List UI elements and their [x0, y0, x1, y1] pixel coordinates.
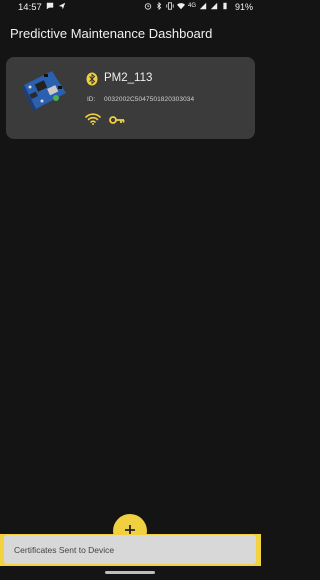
device-name: PM2_113	[104, 72, 153, 84]
chat-icon	[46, 2, 54, 10]
snackbar-container: Certificates Sent to Device	[4, 535, 256, 564]
wifi-icon	[176, 3, 185, 10]
status-bar: 14:57 4G 91%	[0, 0, 261, 14]
alarm-icon	[144, 3, 152, 10]
snackbar: Certificates Sent to Device	[0, 534, 261, 566]
network-type-label: 4G	[187, 3, 196, 9]
device-board-image	[22, 71, 66, 112]
bluetooth-icon	[86, 72, 98, 86]
vibrate-icon	[166, 2, 174, 10]
bluetooth-icon	[157, 2, 162, 10]
device-card[interactable]: PM2_113 ID: 0032002C5047501820303034	[6, 57, 255, 139]
status-right-icons: 4G	[144, 2, 229, 10]
signal-icon	[199, 2, 207, 10]
battery-percentage: 91%	[234, 2, 253, 12]
status-left-icons	[46, 2, 66, 10]
status-time: 14:57	[18, 2, 42, 13]
snackbar-message: Certificates Sent to Device	[14, 545, 115, 555]
key-icon	[109, 116, 125, 124]
home-indicator[interactable]	[105, 571, 155, 574]
page-title: Predictive Maintenance Dashboard	[10, 26, 213, 41]
wifi-icon	[85, 113, 101, 125]
location-arrow-icon	[58, 2, 66, 10]
signal-icon	[210, 2, 218, 10]
device-id-value: 0032002C5047501820303034	[104, 96, 195, 103]
device-id-label: ID:	[87, 96, 96, 103]
battery-icon	[223, 2, 227, 10]
